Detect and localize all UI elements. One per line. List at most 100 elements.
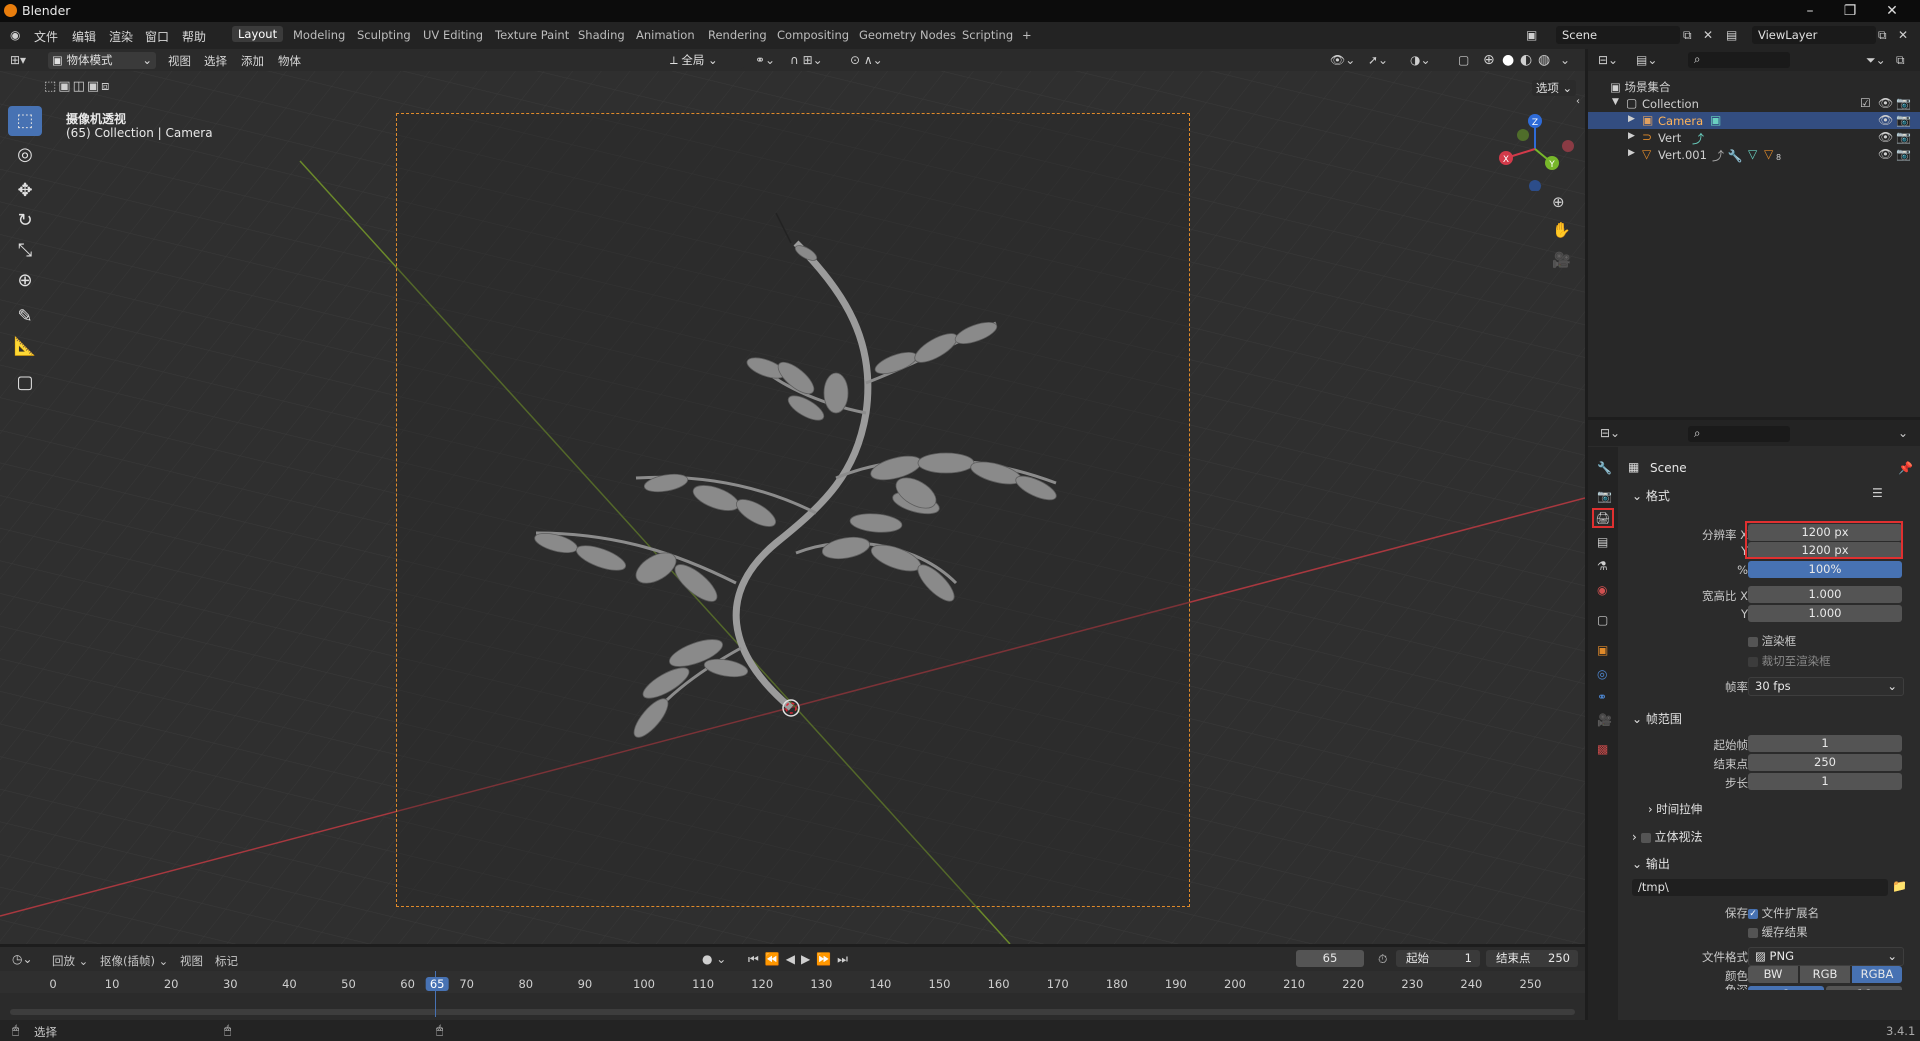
current-frame-field[interactable]: 65 (1296, 950, 1364, 967)
shading-solid-icon[interactable]: ● (1502, 52, 1514, 68)
shading-material-icon[interactable]: ◐ (1520, 52, 1532, 68)
outliner-item-camera[interactable]: ▶ ▣ Camera ▣ 👁 📷 (1588, 112, 1920, 129)
aspect-y-field[interactable]: 1.000 (1748, 605, 1902, 622)
end-frame-field[interactable]: 结束点 250 (1486, 950, 1578, 967)
close-button[interactable]: ✕ (1872, 1, 1912, 21)
eye-icon[interactable]: 👁 (1878, 96, 1893, 110)
view-layer-field[interactable]: ViewLayer (1752, 26, 1876, 44)
texture-tab-icon[interactable]: ▩ (1597, 742, 1608, 756)
frame-rate-select[interactable]: 30 fps ⌄ (1748, 677, 1904, 696)
gizmo-toggle-icon[interactable]: ➚⌄ (1368, 53, 1388, 67)
constraints-tab-icon[interactable]: ⚭ (1597, 690, 1607, 704)
expand-arrow-icon[interactable]: ▶ (1628, 131, 1635, 141)
maximize-button[interactable]: ❐ (1830, 1, 1870, 21)
collection-checkbox-icon[interactable]: ☑ (1860, 96, 1871, 110)
options-dropdown[interactable]: 选项 ⌄ (1532, 80, 1576, 96)
outliner-item-vert-001[interactable]: ▶ ▽ Vert.001 ⤴ 🔧 ▽ ▽ 8 👁 📷 (1588, 146, 1920, 163)
pin-icon[interactable]: 📌 (1898, 461, 1913, 475)
render-region-checkbox[interactable]: 渲染框 (1748, 633, 1796, 649)
transform-tool-icon[interactable]: ⊕ (8, 266, 42, 296)
blender-menu-icon[interactable]: ◉ (10, 28, 20, 42)
object-tab-icon[interactable]: ▣ (1597, 643, 1608, 657)
render-camera-icon[interactable]: 📷 (1896, 147, 1911, 161)
pan-hand-icon[interactable]: ✋ (1552, 221, 1571, 239)
new-collection-icon[interactable]: ⧉ (1896, 53, 1905, 68)
output-path-input[interactable]: /tmp\ (1632, 879, 1888, 896)
minimize-button[interactable]: – (1790, 1, 1830, 21)
view-layer-tab-icon[interactable]: ▤ (1597, 535, 1608, 549)
filter-icon[interactable]: ⏷⌄ (1866, 53, 1886, 68)
tab-sculpting[interactable]: Sculpting (357, 28, 411, 42)
frame-start-field[interactable]: 1 (1748, 735, 1902, 752)
tab-layout[interactable]: Layout (232, 26, 284, 42)
new-scene-icon[interactable]: ⧉ (1683, 28, 1692, 43)
timeline-view-menu[interactable]: 视图 (180, 953, 203, 969)
tab-rendering[interactable]: Rendering (708, 28, 767, 42)
timeline-scrollbar[interactable] (10, 1009, 1575, 1015)
transform-orientation-select[interactable]: ⟂ 全局 ⌄ (670, 52, 744, 69)
visibility-icon[interactable]: 👁⌄ (1330, 53, 1355, 67)
navigation-gizmo[interactable]: Z X Y (1490, 111, 1580, 191)
add-cube-tool-icon[interactable]: ▢ (8, 368, 42, 398)
playback-controls[interactable]: ⏮⏪◀▶⏩⏭ (748, 952, 854, 967)
editor-type-icon[interactable]: ⊞▾ (10, 53, 26, 67)
shading-wireframe-icon[interactable]: ⊕ (1483, 52, 1495, 68)
eye-icon[interactable]: 👁 (1878, 113, 1893, 127)
menu-add[interactable]: 添加 (241, 53, 264, 69)
pivot-icon[interactable]: ⚭⌄ (755, 53, 775, 67)
eye-icon[interactable]: 👁 (1878, 147, 1893, 161)
presets-icon[interactable]: ☰ (1872, 486, 1883, 500)
annotate-tool-icon[interactable]: ✎ (8, 302, 42, 332)
new-view-layer-icon[interactable]: ⧉ (1878, 28, 1887, 43)
menu-object[interactable]: 物体 (278, 53, 301, 69)
scale-tool-icon[interactable]: ⤡ (8, 236, 42, 266)
color-bw-button[interactable]: BW (1748, 966, 1798, 983)
tab-texture-paint[interactable]: Texture Paint (495, 28, 569, 42)
snap-icon[interactable]: ∩ ⊞⌄ (790, 53, 823, 67)
menu-render[interactable]: 渲染 (109, 28, 133, 45)
render-camera-icon[interactable]: 📷 (1896, 113, 1911, 127)
menu-help[interactable]: 帮助 (182, 28, 206, 45)
outliner-item-vert[interactable]: ▶ ⊃ Vert ⤴ 👁 📷 (1588, 129, 1920, 146)
add-workspace-button[interactable]: + (1022, 28, 1032, 42)
delete-view-layer-icon[interactable]: ✕ (1898, 28, 1908, 42)
properties-editor-icon[interactable]: ⊟⌄ (1600, 426, 1620, 440)
outliner-editor-icon[interactable]: ⊟⌄ (1598, 53, 1618, 67)
timeline-editor-icon[interactable]: ◷⌄ (12, 952, 33, 966)
tab-geometry-nodes[interactable]: Geometry Nodes (859, 28, 956, 42)
checkbox-icon[interactable] (1640, 832, 1651, 843)
tab-scripting[interactable]: Scripting (962, 28, 1013, 42)
folder-icon[interactable]: 📁 (1892, 879, 1907, 893)
expand-arrow-icon[interactable]: ▶ (1628, 148, 1635, 158)
start-frame-field[interactable]: 起始 1 (1396, 950, 1480, 967)
depth-16-button[interactable]: 16 (1826, 986, 1902, 990)
mode-select[interactable]: ▣ 物体模式 ⌄ (48, 52, 156, 69)
collapse-arrow-icon[interactable]: ▼ (1612, 97, 1619, 107)
playback-menu[interactable]: 回放 ⌄ (52, 953, 88, 969)
output-panel-header[interactable]: ⌄ 输出 (1632, 855, 1670, 872)
3d-viewport[interactable]: 摄像机透视 (65) Collection | Camera ⬚ ◎ ✥ ↻ ⤡… (0, 71, 1585, 944)
tab-animation[interactable]: Animation (636, 28, 695, 42)
shading-rendered-icon[interactable]: ◍ (1538, 52, 1550, 68)
properties-search-input[interactable]: ⌕ (1688, 426, 1790, 442)
marker-menu[interactable]: 标记 (215, 953, 238, 969)
move-tool-icon[interactable]: ✥ (8, 176, 42, 206)
scene-collection-row[interactable]: ▣ 场景集合 (1610, 79, 1671, 95)
camera-view-icon[interactable]: 🎥 (1552, 251, 1571, 269)
stereoscopy-panel-header[interactable]: › 立体视法 (1632, 828, 1702, 845)
scene-field[interactable]: Scene (1556, 26, 1680, 44)
collection-tab-icon[interactable]: ▢ (1597, 613, 1608, 627)
file-extension-checkbox[interactable]: ✓ 文件扩展名 (1748, 905, 1819, 921)
measure-tool-icon[interactable]: 📐 (8, 332, 42, 362)
color-rgb-button[interactable]: RGB (1800, 966, 1850, 983)
tab-shading[interactable]: Shading (578, 28, 625, 42)
color-rgba-button[interactable]: RGBA (1852, 966, 1902, 983)
collection-row[interactable]: ▼ ▢ Collection ☑ 👁 📷 (1588, 95, 1920, 112)
menu-edit[interactable]: 编辑 (72, 28, 96, 45)
format-panel-header[interactable]: ⌄ 格式 (1632, 487, 1670, 504)
frame-range-panel-header[interactable]: ⌄ 帧范围 (1632, 710, 1682, 727)
sidebar-toggle-icon[interactable]: ‹ (1576, 96, 1580, 107)
proportional-edit-icon[interactable]: ⊙ ∧⌄ (850, 53, 883, 67)
physics-tab-icon[interactable]: ◎ (1597, 667, 1607, 681)
render-camera-icon[interactable]: 📷 (1896, 96, 1911, 110)
